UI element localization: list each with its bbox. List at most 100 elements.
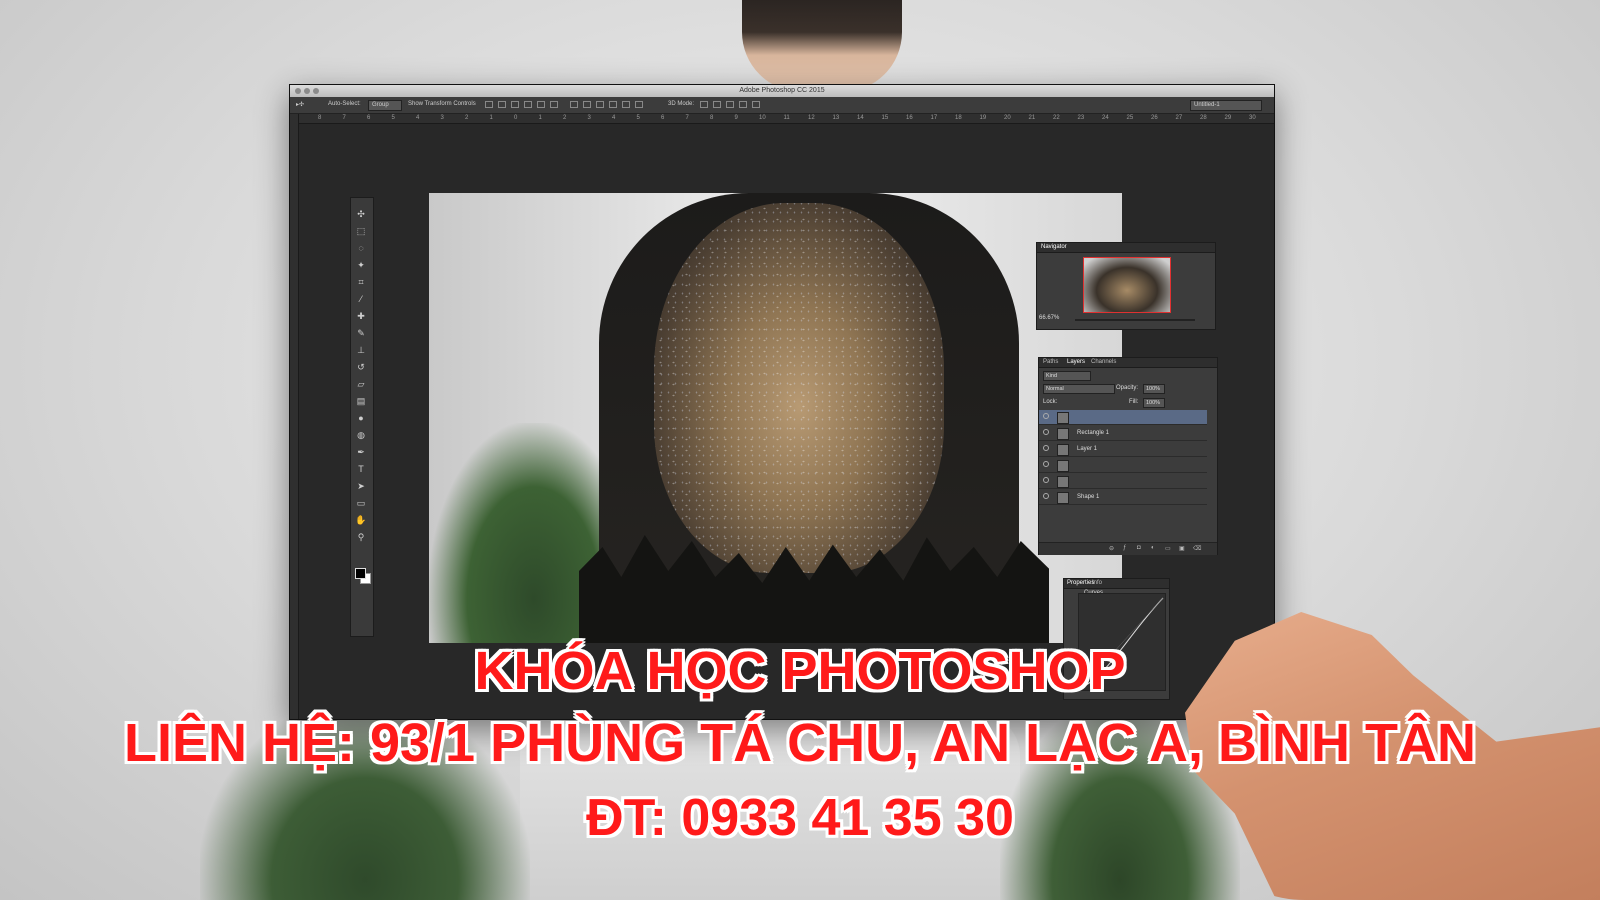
3d-pan-icon[interactable]	[726, 101, 734, 108]
eraser-icon[interactable]: ▱	[354, 378, 368, 390]
move-tool-preset-icon[interactable]: ▸✣	[296, 101, 304, 108]
ruler-tick-label: 3	[440, 115, 444, 121]
ruler-tick-label: 13	[832, 115, 840, 121]
tab-layers[interactable]: Layers	[1067, 359, 1085, 365]
tab-navigator[interactable]: Navigator	[1041, 244, 1067, 250]
visibility-eye-icon[interactable]	[1043, 477, 1049, 483]
align-left-icon[interactable]	[524, 101, 532, 108]
new-layer-icon[interactable]: ▣	[1179, 545, 1185, 552]
3d-slide-icon[interactable]	[739, 101, 747, 108]
ruler-tick-label: 2	[465, 115, 469, 121]
layer-row[interactable]: Shape 1	[1039, 490, 1207, 505]
move-tool-icon[interactable]: ✣	[354, 208, 368, 220]
adjustment-layer-icon[interactable]: ◐	[1151, 545, 1155, 551]
delete-layer-icon[interactable]: ⌫	[1193, 545, 1201, 552]
pen-tool-icon[interactable]: ✒	[354, 446, 368, 458]
ruler-tick-label: 7	[342, 115, 346, 121]
gradient-tool-icon[interactable]: ▤	[354, 395, 368, 407]
shape-tool-icon[interactable]: ▭	[354, 497, 368, 509]
window-title: Adobe Photoshop CC 2015	[739, 87, 825, 94]
dodge-tool-icon[interactable]: ◍	[354, 429, 368, 441]
tab-info[interactable]: Info	[1092, 580, 1102, 586]
auto-select-label[interactable]: Auto-Select:	[328, 101, 361, 107]
opacity-value: 100%	[1146, 386, 1161, 392]
add-mask-icon[interactable]: ◘	[1137, 545, 1141, 551]
hand-tool-icon[interactable]: ✋	[354, 514, 368, 526]
document-canvas[interactable]	[429, 193, 1122, 643]
ruler-tick-label: 6	[367, 115, 371, 121]
layer-row[interactable]: Rectangle 1	[1039, 426, 1207, 441]
ruler-tick-label: 28	[1200, 115, 1207, 121]
document-name: Untitled-1	[1194, 102, 1220, 108]
layer-style-icon[interactable]: ƒ	[1123, 545, 1126, 551]
ruler-tick-label: 18	[955, 115, 962, 121]
healing-brush-icon[interactable]: ✚	[354, 310, 368, 322]
3d-roll-icon[interactable]	[713, 101, 721, 108]
layer-row[interactable]: Layer 1	[1039, 442, 1207, 457]
distribute-bottom-icon[interactable]	[596, 101, 604, 108]
ruler-tick-label: 8	[318, 115, 322, 121]
visibility-eye-icon[interactable]	[1043, 461, 1049, 467]
navigator-zoom-value[interactable]: 66.67%	[1039, 315, 1059, 321]
ruler-tick-label: 9	[734, 115, 738, 121]
distribute-middle-icon[interactable]	[583, 101, 591, 108]
ruler-tick-label: 2	[563, 115, 567, 121]
layers-panel: Paths Layers Channels Kind Normal Opacit…	[1038, 357, 1218, 555]
foreground-color-swatch[interactable]	[355, 568, 366, 579]
fill-field[interactable]: 100%	[1143, 398, 1165, 408]
layer-row[interactable]	[1039, 458, 1207, 473]
ruler-tick-label: 30	[1249, 115, 1256, 121]
distribute-left-icon[interactable]	[609, 101, 617, 108]
opacity-field[interactable]: 100%	[1143, 384, 1165, 394]
clone-stamp-icon[interactable]: ⊥	[354, 344, 368, 356]
navigator-thumbnail[interactable]	[1083, 257, 1171, 313]
ruler-tick-label: 5	[636, 115, 640, 121]
align-bottom-icon[interactable]	[511, 101, 519, 108]
blend-mode-select[interactable]: Normal	[1043, 384, 1115, 394]
blur-tool-icon[interactable]: ●	[354, 412, 368, 424]
new-group-icon[interactable]: ▭	[1165, 545, 1171, 552]
align-right-icon[interactable]	[550, 101, 558, 108]
path-select-icon[interactable]: ➤	[354, 480, 368, 492]
options-bar: ▸✣ Auto-Select: Group Show Transform Con…	[290, 97, 1274, 114]
crop-tool-icon[interactable]: ⌗	[354, 276, 368, 288]
show-transform-label[interactable]: Show Transform Controls	[408, 101, 476, 107]
ruler-tick-label: 7	[685, 115, 689, 121]
brush-tool-icon[interactable]: ✎	[354, 327, 368, 339]
3d-scale-icon[interactable]	[752, 101, 760, 108]
visibility-eye-icon[interactable]	[1043, 413, 1049, 419]
distribute-right-icon[interactable]	[635, 101, 643, 108]
tab-properties[interactable]: Properties	[1067, 580, 1094, 586]
ruler-tick-label: 27	[1175, 115, 1183, 121]
visibility-eye-icon[interactable]	[1043, 493, 1049, 499]
layer-row[interactable]	[1039, 410, 1207, 425]
zoom-tool-icon[interactable]: ⚲	[354, 531, 368, 543]
layer-row[interactable]	[1039, 474, 1207, 489]
background-model-head	[742, 0, 902, 92]
fill-value: 100%	[1146, 400, 1161, 406]
align-middle-icon[interactable]	[498, 101, 506, 108]
lasso-tool-icon[interactable]: ◌	[354, 242, 368, 254]
magic-wand-icon[interactable]: ✦	[354, 259, 368, 271]
tab-paths[interactable]: Paths	[1043, 359, 1058, 365]
link-layers-icon[interactable]: ⊖	[1109, 545, 1114, 552]
ruler-tick-label: 24	[1102, 115, 1109, 121]
distribute-center-icon[interactable]	[622, 101, 630, 108]
tab-channels[interactable]: Channels	[1091, 359, 1116, 365]
distribute-top-icon[interactable]	[570, 101, 578, 108]
visibility-eye-icon[interactable]	[1043, 445, 1049, 451]
marquee-tool-icon[interactable]: ⬚	[354, 225, 368, 237]
3d-rotate-icon[interactable]	[700, 101, 708, 108]
layers-panel-header: Paths Layers Channels	[1039, 358, 1217, 368]
visibility-eye-icon[interactable]	[1043, 429, 1049, 435]
auto-select-dropdown[interactable]: Group	[368, 100, 402, 111]
navigator-zoom-slider[interactable]	[1075, 319, 1195, 321]
document-select[interactable]: Untitled-1	[1190, 100, 1262, 111]
eyedropper-icon[interactable]: ⁄	[354, 293, 368, 305]
history-brush-icon[interactable]: ↺	[354, 361, 368, 373]
align-top-icon[interactable]	[485, 101, 493, 108]
type-tool-icon[interactable]: T	[354, 463, 368, 475]
window-titlebar: Adobe Photoshop CC 2015	[290, 85, 1274, 97]
layer-filter-kind[interactable]: Kind	[1043, 371, 1091, 381]
align-center-icon[interactable]	[537, 101, 545, 108]
